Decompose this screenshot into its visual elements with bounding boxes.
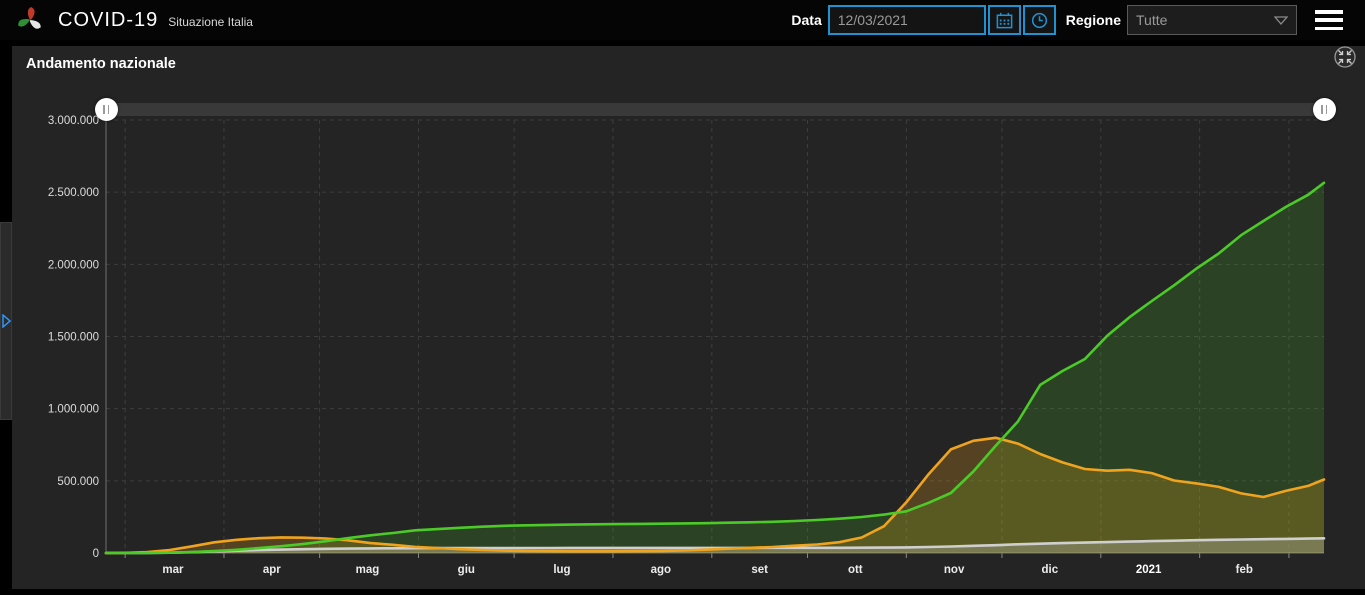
region-select[interactable]: Tutte: [1127, 5, 1297, 35]
time-range-slider-track[interactable]: [106, 103, 1324, 116]
app-subtitle: Situazione Italia: [168, 15, 253, 29]
time-range-slider-handle-left[interactable]: [94, 98, 118, 121]
date-label: Data: [791, 12, 822, 28]
time-button[interactable]: [1022, 5, 1056, 35]
time-range-slider-handle-right[interactable]: [1312, 98, 1336, 121]
app-header: COVID-19 Situazione Italia Data Regione: [0, 0, 1365, 40]
calendar-icon: [996, 12, 1013, 28]
collapse-arrows-icon: [1334, 46, 1356, 68]
app-logo: [16, 6, 44, 34]
app-logo-pinwheel: [18, 7, 41, 29]
region-selected-value: Tutte: [1136, 12, 1168, 28]
clock-icon: [1031, 12, 1047, 28]
region-label: Regione: [1065, 12, 1121, 28]
expand-side-panel-button[interactable]: [0, 222, 12, 420]
chevron-down-icon: [1274, 15, 1288, 25]
menu-button[interactable]: [1315, 10, 1343, 30]
collapse-panel-button[interactable]: [1333, 45, 1357, 69]
trend-panel: Andamento nazionale: [12, 46, 1365, 589]
calendar-button[interactable]: [987, 5, 1021, 35]
app-title: COVID-19: [58, 8, 159, 31]
expand-panel-arrow-icon: [1, 314, 11, 328]
date-input[interactable]: [827, 5, 986, 35]
panel-title: Andamento nazionale: [26, 56, 176, 72]
menu-icon: [1315, 10, 1343, 14]
